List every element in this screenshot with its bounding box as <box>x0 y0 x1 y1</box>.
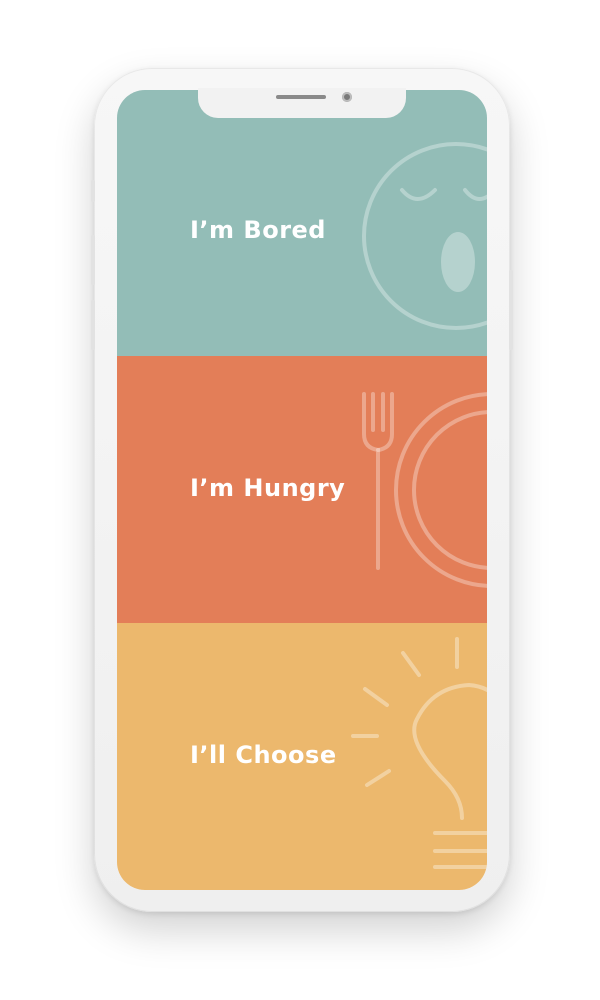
choose-option-label: I’ll Choose <box>190 741 337 769</box>
phone-power-button <box>509 270 513 350</box>
bored-option[interactable]: I’m Bored <box>117 90 487 356</box>
speaker-grille-icon <box>276 95 326 99</box>
app-screen: I’m Bored I’m Hungry I’ll Choose <box>117 90 487 890</box>
front-camera-icon <box>342 92 352 102</box>
choose-option[interactable]: I’ll Choose <box>117 623 487 890</box>
phone-side-button <box>91 180 95 202</box>
phone-volume-up-button <box>91 235 95 285</box>
phone-volume-down-button <box>91 300 95 350</box>
phone-notch <box>198 88 406 118</box>
hungry-option-label: I’m Hungry <box>190 474 346 502</box>
hungry-option[interactable]: I’m Hungry <box>117 356 487 623</box>
bored-option-label: I’m Bored <box>190 216 326 244</box>
